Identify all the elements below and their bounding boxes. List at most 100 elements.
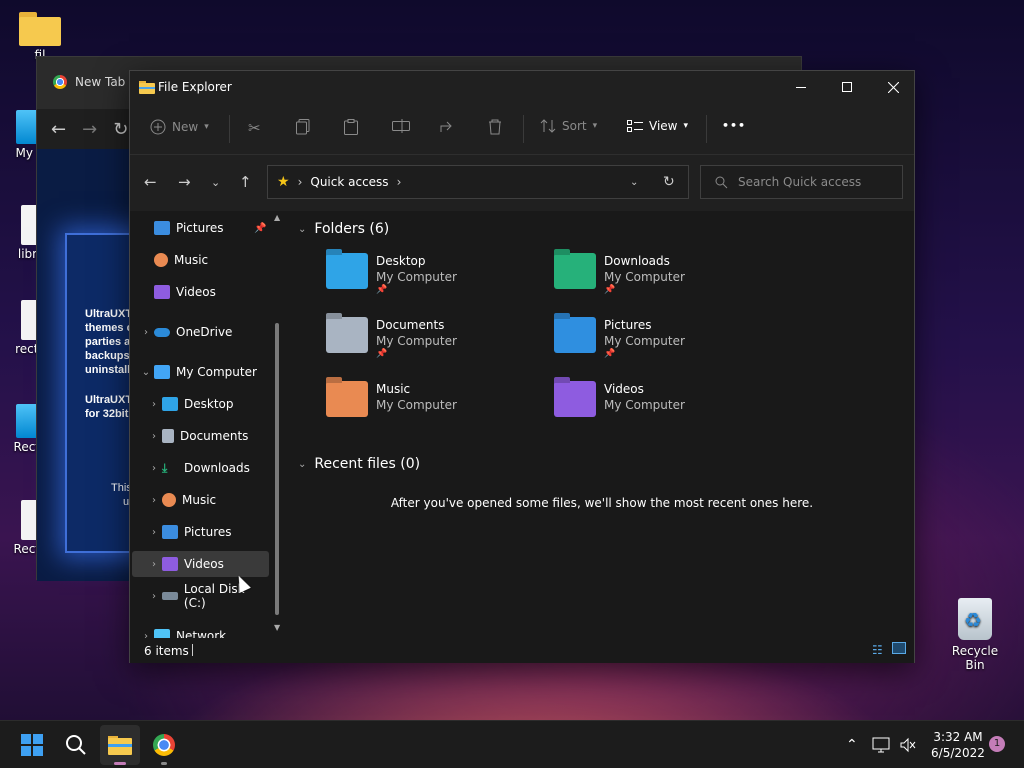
view-button[interactable]: View ▾ (627, 119, 688, 133)
chevron-right-icon[interactable]: › (146, 431, 162, 442)
browser-tab[interactable]: New Tab (53, 75, 125, 89)
up-arrow-icon[interactable]: ↑ (239, 173, 252, 191)
network-tray-button[interactable] (872, 721, 890, 768)
pin-icon: 📌 (604, 285, 616, 295)
view-label: View (649, 119, 678, 133)
nav-item-pictures-pinned[interactable]: Pictures 📌 (130, 215, 270, 241)
system-clock[interactable]: 3:32 AM 6/5/2022 (922, 729, 994, 761)
address-field[interactable]: ★ › Quick access › ⌄ ↻ (267, 165, 689, 199)
refresh-icon[interactable]: ↻ (663, 174, 675, 190)
volume-tray-button[interactable] (900, 721, 916, 768)
start-button[interactable] (12, 725, 52, 765)
forward-arrow-icon[interactable]: → (178, 173, 191, 191)
desktop-icon-recycle-bin[interactable]: Recycle Bin (942, 598, 1008, 672)
nav-item-downloads[interactable]: › ⤓ Downloads (130, 455, 270, 481)
folder-tile-videos[interactable]: Videos My Computer (554, 381, 774, 439)
back-arrow-icon[interactable]: ← (144, 173, 157, 191)
delete-button[interactable] (488, 119, 502, 135)
folder-tile-documents[interactable]: Documents My Computer 📌 (326, 317, 546, 375)
chevron-down-icon[interactable]: ⌄ (138, 367, 154, 378)
nav-item-music[interactable]: › Music (130, 487, 270, 513)
minimize-button[interactable] (778, 71, 824, 103)
search-taskbar-button[interactable] (56, 725, 96, 765)
nav-item-desktop[interactable]: › Desktop (130, 391, 270, 417)
nav-item-music-pinned[interactable]: Music (130, 247, 270, 273)
titlebar[interactable]: File Explorer (130, 71, 914, 103)
nav-item-documents[interactable]: › Documents (130, 423, 270, 449)
maximize-button[interactable] (824, 71, 870, 103)
recent-files-section-header[interactable]: ⌄ Recent files (0) (298, 456, 420, 472)
nav-item-videos-pinned[interactable]: Videos (130, 279, 270, 305)
folder-name: Desktop (376, 254, 426, 268)
view-list-icon (627, 120, 643, 132)
folder-tile-desktop[interactable]: Desktop My Computer 📌 (326, 253, 546, 311)
nav-item-label: Music (174, 253, 209, 267)
folder-icon (19, 12, 61, 46)
notification-badge[interactable]: 1 (989, 736, 1005, 752)
navigation-pane[interactable]: Pictures 📌 Music Videos › OneDrive ⌄ My … (130, 211, 288, 638)
details-view-icon[interactable]: ☷ (872, 643, 883, 657)
copy-button[interactable] (296, 119, 310, 135)
nav-item-label: Network (176, 629, 227, 638)
scroll-down-arrow-icon[interactable]: ▼ (274, 623, 280, 632)
nav-item-onedrive[interactable]: › OneDrive (130, 319, 270, 345)
chevron-right-icon[interactable]: › (146, 495, 162, 506)
videos-icon (162, 557, 178, 571)
folder-location: My Computer (604, 398, 685, 412)
chrome-taskbar-button[interactable] (144, 725, 184, 765)
maximize-icon (842, 82, 852, 92)
back-arrow-icon[interactable]: ← (51, 119, 66, 140)
chevron-right-icon[interactable]: › (138, 327, 154, 338)
scroll-up-arrow-icon[interactable]: ▲ (274, 213, 280, 222)
folders-section-header[interactable]: ⌄ Folders (6) (298, 221, 389, 237)
close-button[interactable] (870, 71, 916, 103)
file-explorer-window[interactable]: File Explorer New ▾ ✂ Sort ▾ View ▾ ••• … (129, 70, 915, 663)
file-explorer-icon (139, 81, 155, 94)
chevron-right-icon[interactable]: › (146, 463, 162, 474)
content-area[interactable]: ⌄ Folders (6) Desktop My Computer 📌 Down… (290, 211, 914, 638)
rename-button[interactable] (392, 119, 410, 133)
command-bar: New ▾ ✂ Sort ▾ View ▾ ••• (130, 103, 914, 155)
folder-location: My Computer (604, 334, 685, 348)
search-box[interactable] (700, 165, 903, 199)
share-button[interactable] (440, 119, 456, 133)
recent-locations-chevron-icon[interactable]: ⌄ (211, 176, 220, 189)
music-icon (154, 253, 168, 267)
recycle-bin-icon (958, 598, 992, 640)
nav-item-videos[interactable]: › Videos (132, 551, 269, 577)
chevron-right-icon[interactable]: › (146, 559, 162, 570)
chevron-right-icon[interactable]: › (146, 591, 162, 602)
nav-item-pictures[interactable]: › Pictures (130, 519, 270, 545)
nav-item-my-computer[interactable]: ⌄ My Computer (130, 359, 270, 385)
clock-time: 3:32 AM (933, 730, 983, 744)
navigation-scrollbar[interactable] (275, 323, 279, 615)
desktop-icon-label: Recycle Bin (951, 644, 999, 672)
reload-icon[interactable]: ↻ (113, 119, 128, 140)
tiles-view-icon[interactable] (892, 642, 906, 654)
new-button[interactable]: New ▾ (150, 119, 209, 135)
file-explorer-taskbar-button[interactable] (100, 725, 140, 765)
folder-tile-downloads[interactable]: Downloads My Computer 📌 (554, 253, 774, 311)
show-hidden-icons-button[interactable]: ⌃ (846, 721, 858, 768)
search-icon (715, 176, 728, 188)
paste-button[interactable] (344, 119, 358, 135)
search-input[interactable] (738, 175, 888, 189)
pictures-folder-icon (554, 317, 596, 353)
address-dropdown-chevron-icon[interactable]: ⌄ (630, 177, 638, 188)
forward-arrow-icon[interactable]: → (82, 119, 97, 140)
windows-logo-icon (21, 734, 43, 756)
chevron-right-icon[interactable]: › (138, 631, 154, 639)
more-options-button[interactable]: ••• (722, 119, 746, 132)
cut-button[interactable]: ✂ (248, 119, 261, 137)
desktop-icon-files[interactable]: fil (10, 12, 70, 62)
sort-button[interactable]: Sort ▾ (540, 119, 597, 133)
chevron-down-icon: ▾ (204, 122, 209, 132)
chevron-right-icon[interactable]: › (146, 399, 162, 410)
chrome-icon (153, 734, 175, 756)
nav-item-network[interactable]: › Network (130, 623, 270, 638)
breadcrumb-quick-access[interactable]: Quick access (310, 175, 388, 189)
folder-tile-pictures[interactable]: Pictures My Computer 📌 (554, 317, 774, 375)
folder-tile-music[interactable]: Music My Computer (326, 381, 546, 439)
chevron-right-icon[interactable]: › (146, 527, 162, 538)
nav-item-label: Downloads (184, 461, 250, 475)
